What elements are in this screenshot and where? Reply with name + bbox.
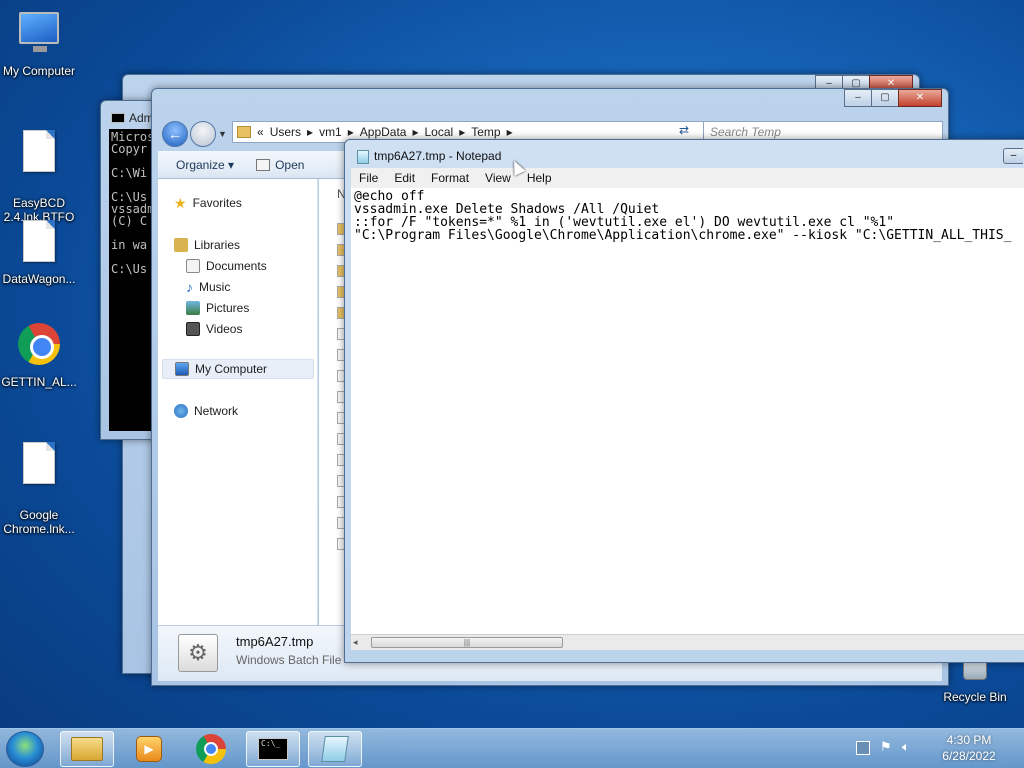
breadcrumb-overflow[interactable]: «	[257, 125, 264, 139]
scroll-thumb[interactable]: |||	[371, 637, 563, 648]
console-line: C:\Us	[111, 262, 148, 276]
clock-date: 6/28/2022	[942, 749, 996, 763]
desktop-icon-label: Google Chrome.lnk...	[3, 508, 75, 536]
navigation-pane: ★ Favorites Libraries Documents ♪ Music …	[158, 179, 318, 625]
volume-icon[interactable]: 🔈︎	[902, 739, 910, 755]
breadcrumb-local[interactable]: Local	[425, 125, 454, 139]
notepad-icon	[321, 736, 349, 762]
nav-libraries[interactable]: Libraries	[174, 235, 314, 255]
nav-network[interactable]: Network	[174, 401, 314, 421]
details-filetype: Windows Batch File	[236, 653, 342, 667]
minimize-button[interactable]: –	[1003, 148, 1023, 164]
star-icon: ★	[174, 194, 187, 211]
breadcrumb-vm1[interactable]: vm1	[319, 125, 342, 139]
menu-format[interactable]: Format	[423, 168, 477, 188]
desktop-icon-my-computer[interactable]: My Computer	[0, 8, 78, 78]
window-title: tmp6A27.tmp - Notepad	[374, 149, 502, 163]
maximize-button[interactable]: ▢	[871, 89, 899, 107]
nav-music[interactable]: ♪ Music	[186, 277, 314, 297]
minimize-button[interactable]: –	[844, 89, 872, 107]
pictures-icon	[186, 301, 200, 315]
chrome-icon	[196, 734, 226, 764]
action-center-icon[interactable]: ⚑	[880, 739, 892, 755]
network-tray-icon[interactable]	[856, 741, 870, 755]
nav-favorites[interactable]: ★ Favorites	[174, 193, 314, 213]
videos-icon	[186, 322, 200, 336]
text-editor[interactable]: @echo off vssadmin.exe Delete Shadows /Al…	[351, 188, 1024, 634]
open-button[interactable]: Open	[256, 158, 304, 172]
system-tray: ⚑ 🔈︎ 4:30 PM 6/28/2022	[854, 729, 1024, 768]
window-title: Adm	[129, 111, 154, 125]
console-output[interactable]: Micros Copyr C:\Wi C:\Us vssadm (C) C in wa…	[109, 129, 151, 431]
clock-time: 4:30 PM	[946, 733, 992, 747]
taskbar-chrome[interactable]	[184, 731, 238, 767]
clock[interactable]: 4:30 PM 6/28/2022	[926, 733, 1012, 763]
taskbar-explorer[interactable]	[60, 731, 114, 767]
document-icon	[15, 130, 63, 178]
libraries-icon	[174, 238, 188, 252]
menu-edit[interactable]: Edit	[386, 168, 423, 188]
document-icon	[15, 220, 63, 268]
cmd-icon: C:\_	[258, 738, 288, 760]
start-button[interactable]	[6, 731, 44, 767]
horizontal-scrollbar[interactable]: ◂ |||	[351, 634, 1024, 650]
taskbar: ▶ C:\_ ⚑ 🔈︎ 4:30 PM 6/28/2022	[0, 728, 1024, 768]
nav-videos[interactable]: Videos	[186, 319, 314, 339]
text-line: "C:\Program Files\Google\Chrome\Applicat…	[354, 228, 1012, 243]
document-icon	[15, 442, 63, 490]
breadcrumb-users[interactable]: Users	[270, 125, 301, 139]
open-icon	[256, 158, 271, 171]
network-icon	[174, 404, 188, 418]
taskbar-notepad[interactable]	[308, 731, 362, 767]
taskbar-media-player[interactable]: ▶	[122, 731, 176, 767]
nav-documents[interactable]: Documents	[186, 256, 314, 276]
menu-bar: File Edit Format View Help	[351, 168, 1024, 188]
nav-pictures[interactable]: Pictures	[186, 298, 314, 318]
desktop-icon-label: My Computer	[2, 64, 76, 78]
back-button[interactable]: ←	[162, 121, 188, 147]
computer-icon	[175, 362, 189, 376]
desktop-icon-label: DataWagon...	[2, 272, 76, 286]
close-button[interactable]: ✕	[898, 89, 942, 107]
desktop-icon-label: Recycle Bin	[943, 690, 1007, 704]
cmd-icon	[111, 113, 125, 123]
desktop-icon-label: GETTIN_AL...	[1, 375, 77, 389]
scroll-left-arrow[interactable]: ◂	[353, 637, 358, 648]
documents-icon	[186, 259, 200, 273]
folder-icon	[237, 126, 251, 138]
chrome-icon	[15, 323, 63, 371]
computer-icon	[15, 12, 63, 60]
explorer-icon	[71, 737, 103, 761]
details-filename: tmp6A27.tmp	[236, 634, 314, 649]
batch-file-icon: ⚙	[178, 634, 218, 672]
desktop-icon-gettin-all[interactable]: GETTIN_AL...	[0, 320, 78, 389]
breadcrumb-appdata[interactable]: AppData	[360, 125, 407, 139]
media-player-icon: ▶	[136, 736, 162, 762]
forward-button[interactable]	[190, 121, 216, 147]
breadcrumb-temp[interactable]: Temp	[471, 125, 500, 139]
music-icon: ♪	[186, 279, 193, 295]
notepad-window[interactable]: tmp6A27.tmp - Notepad – File Edit Format…	[344, 139, 1024, 663]
desktop-icon-google-chrome[interactable]: Google Chrome.lnk...	[0, 426, 78, 550]
recent-pages-dropdown[interactable]: ▼	[218, 129, 227, 139]
organize-menu[interactable]: Organize ▾	[176, 158, 234, 172]
nav-my-computer[interactable]: My Computer	[162, 359, 314, 379]
menu-file[interactable]: File	[351, 168, 386, 188]
notepad-icon	[357, 150, 369, 164]
taskbar-cmd[interactable]: C:\_	[246, 731, 300, 767]
desktop-icon-datawagon[interactable]: DataWagon...	[0, 218, 78, 286]
